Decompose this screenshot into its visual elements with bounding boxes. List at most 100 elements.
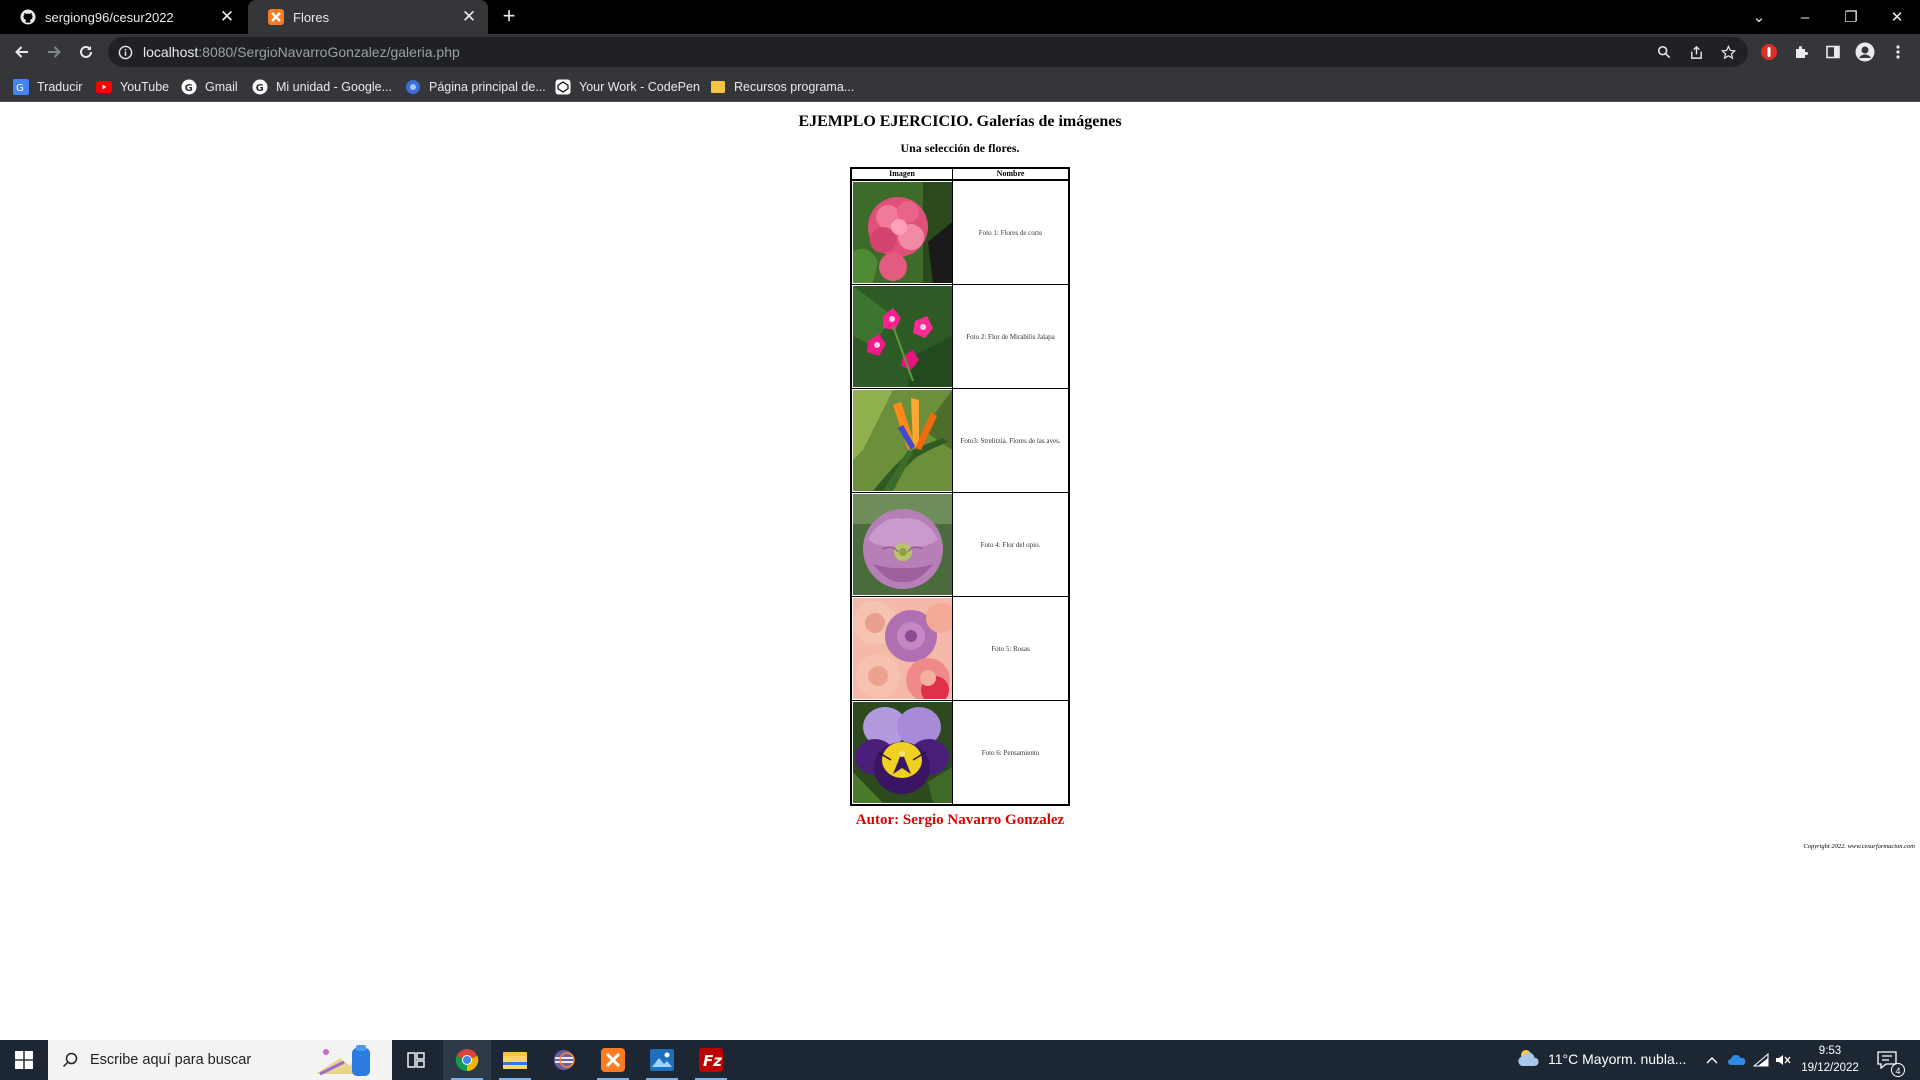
poppy-image	[853, 494, 952, 595]
table-row: Foto 2: Flor de Mirabilis Jalapa	[852, 284, 1068, 388]
flower-caption: Foto 6: Pensamiento	[981, 748, 1040, 757]
bookmarks-bar: G Traducir YouTube G Gmail G Mi unidad -…	[0, 70, 1920, 102]
close-icon[interactable]: ✕	[458, 6, 480, 28]
translate-icon: G	[13, 79, 29, 95]
flower-caption: Foto 4: Flor del opio.	[980, 540, 1041, 549]
start-button[interactable]	[0, 1040, 48, 1080]
youtube-icon	[96, 79, 112, 95]
new-tab-button[interactable]: +	[496, 5, 522, 29]
kebab-menu-icon[interactable]	[1888, 42, 1908, 62]
clock-date: 19/12/2022	[1801, 1062, 1859, 1074]
table-header-imagen: Imagen	[852, 169, 953, 179]
table-row: Foto 5: Rosas	[852, 596, 1068, 700]
blue-shield-icon	[405, 79, 421, 95]
tab-search-chevron-icon[interactable]: ⌄	[1736, 0, 1782, 34]
table-row: Foto3: Strelitzia. Flores de las aves.	[852, 388, 1068, 492]
flower-caption: Foto3: Strelitzia. Flores de las aves.	[960, 436, 1061, 445]
bookmark-gmail[interactable]: G Gmail	[181, 78, 238, 96]
search-highlight-illustration	[316, 1045, 370, 1076]
taskbar-filezilla[interactable]: Fz	[687, 1040, 735, 1080]
restore-button[interactable]: ❐	[1828, 0, 1874, 34]
filezilla-icon: Fz	[699, 1048, 723, 1072]
arrow-left-icon	[15, 46, 28, 58]
roses-image	[853, 598, 952, 699]
notification-count-badge: 4	[1891, 1063, 1905, 1077]
tab-title: Flores	[293, 9, 330, 25]
svg-text:Fz: Fz	[703, 1052, 722, 1070]
mirabilis-image	[853, 286, 952, 387]
browser-toolbar: localhost:8080/SergioNavarroGonzalez/gal…	[0, 34, 1920, 70]
bookmark-pagina-principal[interactable]: Página principal de...	[405, 78, 546, 96]
table-header-row: Imagen Nombre	[852, 169, 1068, 180]
clock-time: 9:53	[1818, 1045, 1842, 1057]
close-icon[interactable]: ✕	[216, 6, 238, 28]
bookmark-label: Mi unidad - Google...	[276, 80, 393, 94]
share-icon[interactable]	[1688, 44, 1704, 60]
onedrive-cloud-icon[interactable]	[1728, 1051, 1746, 1069]
tab-flores[interactable]: Flores ✕	[248, 0, 488, 34]
bookmark-codepen[interactable]: Your Work - CodePen	[555, 78, 700, 96]
author-credit: Autor: Sergio Navarro Gonzalez	[855, 812, 1065, 828]
flower-caption: Foto 5: Rosas	[991, 644, 1030, 653]
page-content: EJEMPLO EJERCICIO. Galerías de imágenes …	[0, 103, 1920, 1040]
flower-caption: Foto 2: Flor de Mirabilis Jalapa	[966, 332, 1055, 341]
windows-taskbar: Escribe aquí para buscar Fz 11°C Mayorm.…	[0, 1040, 1920, 1080]
reload-button[interactable]	[72, 38, 100, 66]
tab-github[interactable]: sergiong96/cesur2022 ✕	[0, 0, 246, 34]
taskbar-search-box[interactable]: Escribe aquí para buscar	[48, 1040, 392, 1080]
page-subtitle: Una selección de flores.	[900, 141, 1020, 155]
volume-muted-icon[interactable]	[1774, 1051, 1792, 1069]
bookmark-star-icon[interactable]	[1720, 44, 1736, 60]
bookmark-label: YouTube	[120, 80, 170, 94]
extensions-puzzle-icon[interactable]	[1791, 42, 1811, 62]
bookmark-youtube[interactable]: YouTube	[96, 78, 169, 96]
github-icon	[20, 9, 36, 25]
chrome-icon	[455, 1049, 479, 1072]
url-text[interactable]: localhost:8080/SergioNavarroGonzalez/gal…	[143, 44, 460, 60]
back-button[interactable]	[8, 38, 36, 66]
taskbar-app-eclipse[interactable]	[540, 1040, 588, 1080]
weather-text[interactable]: 11°C Mayorm. nubla...	[1548, 1051, 1686, 1067]
flower-caption: Foto 1: Flores de corte	[978, 228, 1043, 237]
windows-logo-icon	[15, 1051, 33, 1069]
gallery-table: Imagen Nombre Foto 1: Flores de corte Fo…	[850, 167, 1070, 806]
bookmark-traducir[interactable]: G Traducir	[13, 78, 82, 96]
svg-text:G: G	[185, 83, 193, 94]
reload-icon	[80, 45, 92, 58]
info-icon	[118, 45, 133, 59]
taskbar-xampp[interactable]	[589, 1040, 637, 1080]
taskbar-photos[interactable]	[638, 1040, 686, 1080]
profile-avatar-icon[interactable]	[1855, 42, 1875, 62]
bookmark-mi-unidad[interactable]: G Mi unidad - Google...	[252, 78, 392, 96]
close-window-button[interactable]: ✕	[1874, 0, 1920, 34]
address-bar[interactable]: localhost:8080/SergioNavarroGonzalez/gal…	[108, 37, 1748, 67]
minimize-button[interactable]: –	[1782, 0, 1828, 34]
weather-cloud-icon[interactable]	[1516, 1049, 1542, 1067]
taskbar-clock[interactable]: 9:53 19/12/2022	[1798, 1043, 1862, 1077]
codepen-icon	[555, 79, 571, 95]
svg-text:G: G	[256, 83, 264, 94]
taskbar-chrome[interactable]	[443, 1040, 491, 1080]
table-row: Foto 1: Flores de corte	[852, 180, 1068, 284]
red-extension-icon[interactable]	[1759, 42, 1779, 62]
forward-button[interactable]	[40, 38, 68, 66]
folder-icon	[710, 79, 726, 95]
task-view-button[interactable]	[392, 1040, 440, 1080]
network-icon[interactable]	[1752, 1051, 1770, 1069]
bookmark-recursos[interactable]: Recursos programa...	[710, 78, 854, 96]
table-row: Foto 4: Flor del opio.	[852, 492, 1068, 596]
flower-photo-3	[852, 389, 953, 492]
strelitzia-image	[853, 390, 952, 491]
zoom-icon[interactable]	[1656, 44, 1672, 60]
side-panel-icon[interactable]	[1823, 42, 1843, 62]
taskbar-file-explorer[interactable]	[491, 1040, 539, 1080]
tab-title: sergiong96/cesur2022	[45, 9, 174, 25]
svg-text:G: G	[16, 83, 24, 94]
search-icon	[62, 1052, 78, 1068]
chevron-up-icon[interactable]	[1703, 1051, 1721, 1069]
folder-icon	[503, 1052, 527, 1069]
hydrangea-image	[853, 182, 952, 283]
photos-icon	[650, 1049, 674, 1071]
bookmark-label: Traducir	[37, 80, 83, 94]
copyright-note: Copyright 2022. www.cesurformacion.com	[1803, 843, 1915, 850]
